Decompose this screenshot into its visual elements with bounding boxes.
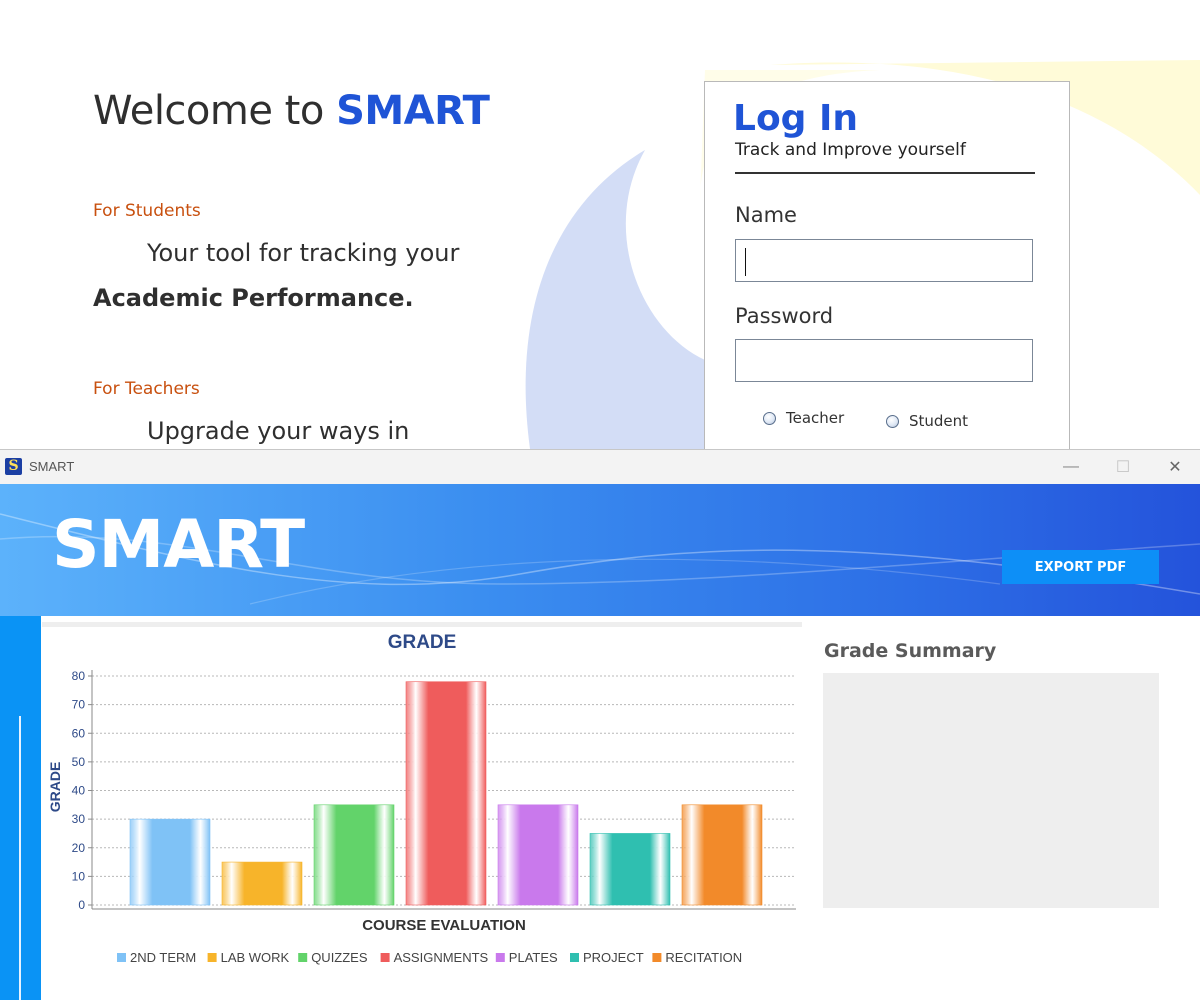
legend-label: PROJECT	[583, 950, 644, 965]
bar-assignments	[405, 681, 487, 906]
teacher-radio-label: Teacher	[786, 409, 845, 427]
student-radio-label: Student	[909, 412, 969, 430]
legend-item: 2ND TERM	[117, 950, 196, 965]
screenshot-root: Welcome to SMART For Students Your tool …	[0, 0, 1200, 1000]
grade-summary-title: Grade Summary	[824, 640, 997, 662]
legend-item: ASSIGNMENTS	[380, 950, 489, 965]
legend-swatch	[495, 953, 505, 962]
radio-icon	[886, 414, 899, 428]
minimize-button[interactable]: —	[1051, 454, 1091, 480]
legend-item: QUIZZES	[298, 950, 368, 965]
header-banner: SMART EXPORT PDF	[0, 484, 1200, 616]
title-bar[interactable]: S SMART — ☐ ✕	[0, 450, 1200, 484]
login-screen: Welcome to SMART For Students Your tool …	[0, 0, 1200, 449]
legend-swatch	[380, 953, 390, 962]
banner-logo: SMART	[52, 506, 305, 583]
bar-plates	[497, 804, 579, 906]
legend-label: ASSIGNMENTS	[394, 950, 489, 965]
password-input[interactable]	[735, 339, 1033, 382]
students-label: For Students	[93, 201, 201, 221]
legend-label: PLATES	[509, 950, 558, 965]
grade-summary-panel	[823, 673, 1159, 908]
legend-swatch	[570, 953, 579, 962]
legend-label: LAB WORK	[221, 950, 290, 965]
welcome-heading: Welcome to SMART	[93, 88, 490, 134]
y-tick-label: 10	[72, 869, 86, 883]
login-title: Log In	[733, 98, 858, 139]
students-line-1: Your tool for tracking your	[147, 239, 460, 267]
legend-item: LAB WORK	[207, 950, 290, 965]
maximize-button[interactable]: ☐	[1103, 454, 1143, 480]
legend-swatch	[207, 953, 217, 962]
grade-bar-chart: GRADE 0 10 20 30 40 50 60 70 80 GRADE COURSE EVA…	[47, 632, 796, 965]
student-radio[interactable]: Student	[886, 412, 968, 430]
name-input[interactable]	[735, 239, 1033, 282]
legend-swatch	[117, 953, 126, 962]
legend-label: RECITATION	[665, 950, 742, 965]
welcome-brand: SMART	[336, 88, 490, 134]
legend-item: RECITATION	[652, 950, 742, 965]
app-logo-icon: S	[5, 458, 22, 475]
bar-project	[589, 833, 671, 906]
side-strip-line	[19, 716, 21, 1000]
y-tick-label: 70	[72, 698, 86, 712]
y-tick-label: 0	[78, 898, 85, 912]
smart-window: S SMART — ☐ ✕ SMART EXPORT PDF GRADE 0 10…	[0, 449, 1200, 1000]
students-line-2: Academic Performance.	[93, 284, 414, 312]
y-tick-label: 80	[72, 669, 86, 683]
y-tick-label: 30	[72, 812, 86, 826]
radio-icon	[763, 411, 776, 425]
legend-item: PROJECT	[570, 950, 644, 965]
chart-legend: 2ND TERM LAB WORK QUIZZES ASSIGNMENTS PLATES…	[117, 950, 742, 965]
password-label: Password	[735, 304, 834, 328]
login-panel: Log In Track and Improve yourself Name P…	[704, 81, 1070, 449]
chart-title: GRADE	[388, 632, 457, 653]
legend-swatch	[652, 953, 662, 962]
teacher-radio[interactable]: Teacher	[763, 409, 844, 427]
teachers-line-1: Upgrade your ways in	[147, 417, 410, 445]
legend-item: PLATES	[495, 950, 558, 965]
login-subtitle: Track and Improve yourself	[735, 140, 966, 160]
teachers-label: For Teachers	[93, 379, 200, 399]
window-title: SMART	[29, 459, 75, 474]
legend-label: QUIZZES	[311, 950, 368, 965]
bar-recitation	[681, 804, 763, 906]
chart-bars	[129, 681, 763, 906]
y-tick-label: 50	[72, 755, 86, 769]
legend-label: 2ND TERM	[130, 950, 196, 965]
y-tick-label: 60	[72, 726, 86, 740]
login-divider	[735, 172, 1035, 174]
name-label: Name	[735, 203, 797, 227]
export-pdf-button[interactable]: EXPORT PDF	[1002, 550, 1159, 584]
bar-lab-work	[221, 861, 303, 906]
welcome-prefix: Welcome to	[93, 88, 337, 134]
side-strip	[0, 616, 41, 1000]
x-axis-label: COURSE EVALUATION	[362, 917, 526, 934]
text-caret	[745, 248, 746, 276]
y-axis-label: GRADE	[47, 762, 63, 813]
close-button[interactable]: ✕	[1155, 454, 1195, 480]
bar-quizzes	[313, 804, 395, 906]
legend-swatch	[298, 953, 308, 962]
y-tick-label: 40	[72, 784, 86, 798]
bar-2nd-term	[129, 818, 211, 906]
y-tick-label: 20	[72, 841, 86, 855]
